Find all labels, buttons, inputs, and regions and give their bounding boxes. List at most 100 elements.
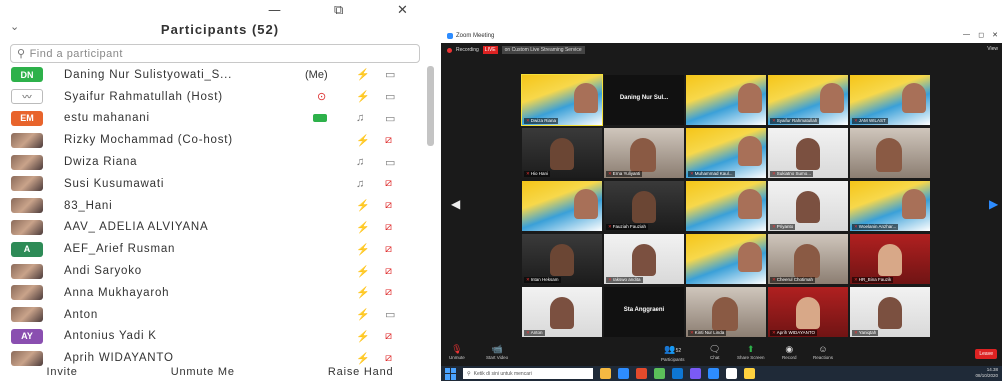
video-tile[interactable]: ✕Yaniqtah	[850, 287, 930, 337]
taskbar-search-input[interactable]: ⚲ Ketik di sini untuk mencari	[463, 368, 593, 379]
camera-off-icon[interactable]: ⧄	[385, 330, 392, 343]
mic-icon[interactable]: ♫	[356, 178, 364, 190]
share-screen-control[interactable]: ⬆ Share Screen	[737, 344, 765, 360]
leave-button[interactable]: Leave	[975, 349, 997, 359]
participant-row[interactable]: A AEF_Arief Rusman ⚡ ⧄	[0, 238, 424, 260]
mic-muted-icon[interactable]: ⚡	[356, 265, 370, 278]
raise-hand-button[interactable]: Raise Hand	[328, 366, 393, 381]
record-control[interactable]: ◉ Record	[782, 344, 797, 360]
scrollbar[interactable]	[427, 66, 434, 146]
camera-icon[interactable]: ▭	[385, 156, 395, 169]
video-tile[interactable]: ✕Syaifur Rahmatullah	[768, 75, 848, 125]
video-tile[interactable]: ✕Cheerul Chotimah	[768, 234, 848, 284]
view-button[interactable]: View	[987, 46, 998, 52]
zoom-restore-button[interactable]: ◻	[978, 31, 984, 39]
participant-row[interactable]: Anton ⚡ ▭	[0, 304, 424, 326]
video-tile[interactable]: ✕Woelanin Anzhar...	[850, 181, 930, 231]
invite-button[interactable]: Invite	[47, 366, 78, 381]
video-tile[interactable]: ✕Kinti Nur Linda	[686, 287, 766, 337]
video-tile[interactable]	[850, 128, 930, 178]
camera-off-icon[interactable]: ⧄	[385, 286, 392, 299]
taskbar-app-icon[interactable]	[618, 368, 629, 379]
mic-muted-icon[interactable]: ⚡	[356, 221, 370, 234]
video-tile[interactable]	[522, 181, 602, 231]
taskbar-app-icon[interactable]	[636, 368, 647, 379]
mic-muted-icon[interactable]: ⚡	[356, 243, 370, 256]
mic-muted-icon[interactable]: ⚡	[356, 286, 370, 299]
participant-row[interactable]: Andi Saryoko ⚡ ⧄	[0, 260, 424, 282]
video-tile[interactable]: ✕Anton	[522, 287, 602, 337]
video-tile[interactable]: ✕HR_Bina Fauzik	[850, 234, 930, 284]
taskbar-app-icon[interactable]	[744, 368, 755, 379]
taskbar-app-icon[interactable]	[600, 368, 611, 379]
camera-off-icon[interactable]: ⧄	[385, 199, 392, 212]
video-tile[interactable]: ✕Erna Yuliyanti	[604, 128, 684, 178]
live-service-dropdown[interactable]: on Custom Live Streaming Service	[501, 46, 585, 54]
mic-muted-icon[interactable]: ⚡	[356, 308, 370, 321]
participant-row[interactable]: AAV_ ADELIA ALVIYANA ⚡ ⧄	[0, 217, 424, 239]
mic-icon[interactable]: ♫	[356, 112, 364, 124]
taskbar-app-icon[interactable]	[726, 368, 737, 379]
participant-row[interactable]: 〰 Syaifur Rahmatullah (Host) ⊙ ⚡ ▭	[0, 86, 424, 108]
participant-row[interactable]: Dwiza Riana ♫ ▭	[0, 151, 424, 173]
prev-page-arrow-icon[interactable]: ◀	[451, 197, 460, 211]
participants-control[interactable]: 👥52 Participants	[661, 344, 685, 362]
mic-muted-icon[interactable]: ⚡	[356, 199, 370, 212]
mic-muted-icon[interactable]: ⚡	[356, 352, 370, 365]
participant-row[interactable]: Susi Kusumawati ♫ ⧄	[0, 173, 424, 195]
mic-muted-icon[interactable]: ⚡	[356, 134, 370, 147]
taskbar-app-icon[interactable]	[690, 368, 701, 379]
video-tile[interactable]: ✕Dwiza Riana	[521, 74, 603, 126]
participant-row[interactable]: Rizky Mochammad (Co-host) ⚡ ⧄	[0, 129, 424, 151]
next-page-arrow-icon[interactable]: ▶	[989, 197, 998, 211]
camera-off-icon[interactable]: ⧄	[385, 352, 392, 365]
participant-row[interactable]: EM estu mahanani ♫ ▭	[0, 108, 424, 130]
mic-muted-icon[interactable]: ⚡	[356, 68, 370, 81]
camera-off-icon[interactable]: ⧄	[385, 177, 392, 190]
video-tile[interactable]: Daning Nur Sul...	[604, 75, 684, 125]
camera-icon[interactable]: ▭	[385, 308, 395, 321]
minimize-button[interactable]: —	[268, 3, 281, 18]
close-button[interactable]: ✕	[397, 3, 408, 18]
video-tile[interactable]: ✕Aprih WIDAYANTO	[768, 287, 848, 337]
restore-button[interactable]: ⧉	[334, 3, 343, 18]
camera-off-icon[interactable]: ⧄	[385, 243, 392, 256]
taskbar-app-icon[interactable]	[672, 368, 683, 379]
participant-row[interactable]: Anna Mukhayaroh ⚡ ⧄	[0, 282, 424, 304]
video-tile[interactable]: ✕Muhammad Kaul...	[686, 128, 766, 178]
video-tile[interactable]: ✕Sukiatno Sumo...	[768, 128, 848, 178]
participant-row[interactable]: DN Daning Nur Sulistyowati_S... (Me) ⚡ ▭	[0, 64, 424, 86]
video-tile[interactable]: ✕Intan Heksam	[522, 234, 602, 284]
unmute-me-button[interactable]: Unmute Me	[171, 366, 235, 381]
camera-off-icon[interactable]: ⧄	[385, 221, 392, 234]
camera-icon[interactable]: ▭	[385, 68, 395, 81]
windows-start-icon[interactable]	[445, 367, 457, 380]
chat-control[interactable]: 🗨 Chat	[709, 344, 720, 360]
camera-off-icon[interactable]: ⧄	[385, 265, 392, 278]
video-tile[interactable]	[686, 234, 766, 284]
reactions-control[interactable]: ☺ Reactions	[813, 344, 833, 360]
video-tile[interactable]: ✕rakswo andita	[604, 234, 684, 284]
camera-off-icon[interactable]: ⧄	[385, 134, 392, 147]
zoom-minimize-button[interactable]: —	[963, 31, 970, 38]
mic-muted-icon[interactable]: ⚡	[356, 90, 370, 103]
participant-row[interactable]: AY Antonius Yadi K ⚡ ⧄	[0, 326, 424, 348]
video-tile[interactable]	[686, 75, 766, 125]
video-tile[interactable]: ✕JAM WILAST	[850, 75, 930, 125]
video-tile[interactable]: ✕Priyanto	[768, 181, 848, 231]
zoom-close-button[interactable]: ✕	[992, 31, 998, 39]
participant-row[interactable]: 83_Hani ⚡ ⧄	[0, 195, 424, 217]
taskbar-app-icon[interactable]	[708, 368, 719, 379]
start-video-control[interactable]: 📹 Start Video	[486, 344, 508, 360]
video-tile[interactable]: ✕Hio Hani	[522, 128, 602, 178]
mic-muted-icon[interactable]: ⚡	[356, 330, 370, 343]
search-input[interactable]: ⚲ Find a participant	[10, 44, 420, 63]
camera-icon[interactable]: ▭	[385, 112, 395, 125]
unmute-control[interactable]: 🎙 Unmute	[449, 344, 465, 360]
taskbar-app-icon[interactable]	[654, 368, 665, 379]
camera-icon[interactable]: ▭	[385, 90, 395, 103]
mic-icon[interactable]: ♫	[356, 156, 364, 168]
video-tile[interactable]: Sta Anggraeni	[604, 287, 684, 337]
video-tile[interactable]	[686, 181, 766, 231]
video-tile[interactable]: ✕Fauziah Fauziah	[604, 181, 684, 231]
